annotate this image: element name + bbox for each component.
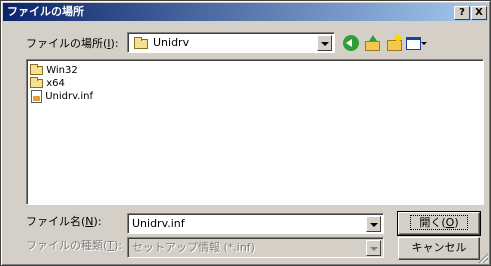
list-item[interactable]: x64 <box>30 77 480 90</box>
back-icon[interactable] <box>343 35 359 51</box>
view-menu-icon[interactable] <box>406 35 428 51</box>
chevron-down-icon[interactable] <box>366 240 381 256</box>
folder-icon <box>134 37 148 49</box>
file-open-dialog: ファイルの場所 ? X ファイルの場所(I): Unidrv Win32 x64… <box>0 0 491 266</box>
help-icon: ? <box>459 7 465 18</box>
filename-label: ファイル名(N): <box>26 215 102 228</box>
folder-icon <box>30 77 43 88</box>
title-bar[interactable]: ファイルの場所 ? X <box>3 3 488 21</box>
filename-value: Unidrv.inf <box>132 217 185 230</box>
cancel-button[interactable]: キャンセル <box>398 237 480 260</box>
filetype-value: セットアップ情報 (*.inf) <box>132 241 255 254</box>
new-folder-icon[interactable] <box>386 35 402 51</box>
list-item-label: x64 <box>46 78 65 89</box>
location-dropdown[interactable]: Unidrv <box>127 32 335 53</box>
open-button[interactable]: 開く(O) <box>397 211 481 236</box>
chevron-down-icon[interactable] <box>317 35 332 51</box>
cancel-button-label: キャンセル <box>411 241 467 254</box>
list-item[interactable]: Unidrv.inf <box>30 90 480 103</box>
list-item[interactable]: Win32 <box>30 64 480 77</box>
open-button-label: 開く(O) <box>410 215 468 230</box>
filetype-dropdown[interactable]: セットアップ情報 (*.inf) <box>127 237 384 258</box>
help-button[interactable]: ? <box>454 6 470 20</box>
folder-icon <box>30 64 43 75</box>
resize-grip-icon[interactable] <box>477 252 488 263</box>
location-value: Unidrv <box>153 36 190 49</box>
list-item-label: Unidrv.inf <box>45 91 94 102</box>
filename-field[interactable]: Unidrv.inf <box>127 213 384 234</box>
location-label: ファイルの場所(I): <box>26 37 119 50</box>
window-title: ファイルの場所 <box>7 5 84 18</box>
setup-file-icon <box>31 90 42 103</box>
list-item-label: Win32 <box>46 65 78 76</box>
close-icon: X <box>475 7 483 18</box>
chevron-down-icon[interactable] <box>366 216 381 232</box>
up-folder-icon[interactable] <box>364 35 380 51</box>
file-list[interactable]: Win32 x64 Unidrv.inf <box>26 59 484 205</box>
close-button[interactable]: X <box>471 6 487 20</box>
filetype-label: ファイルの種類(T): <box>26 239 123 252</box>
